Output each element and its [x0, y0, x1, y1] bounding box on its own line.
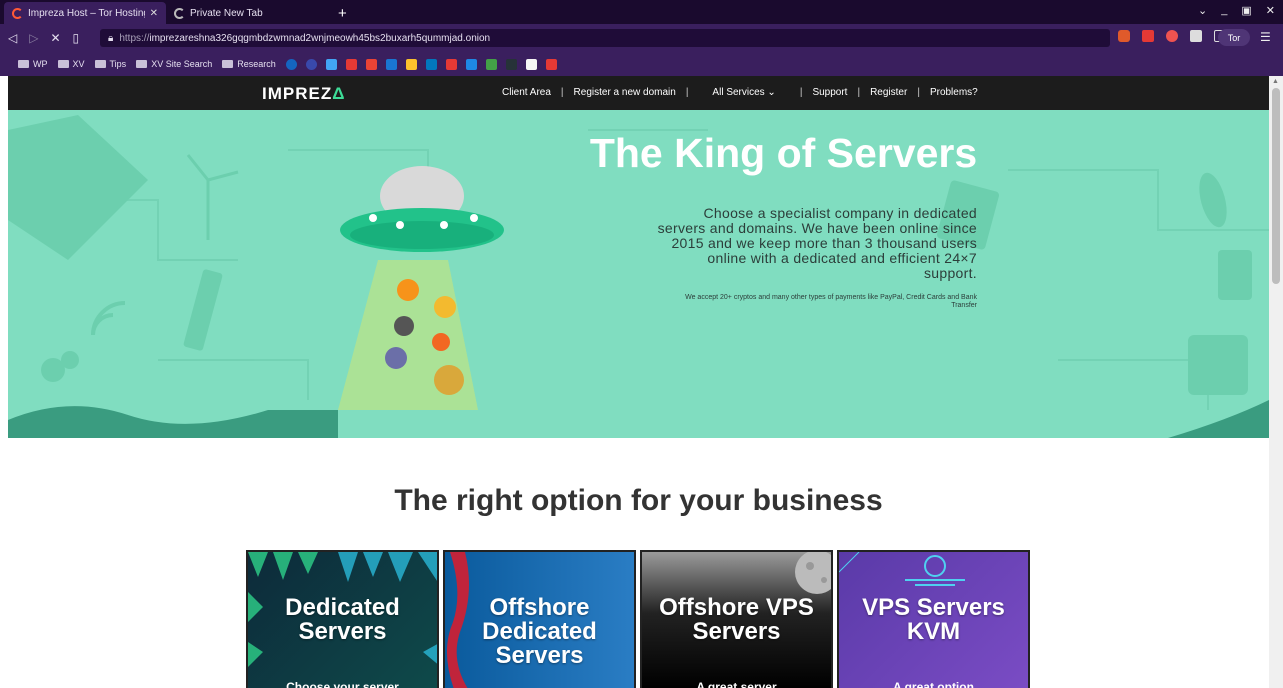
back-icon[interactable]: ◁ — [8, 31, 17, 45]
nav-client-area[interactable]: Client Area — [502, 87, 551, 98]
tor-button[interactable]: Tor — [1218, 29, 1250, 46]
bookmark-favicon-icon[interactable] — [405, 58, 417, 70]
scroll-up-icon[interactable]: ▲ — [1272, 78, 1279, 85]
bookmark-folder-xv[interactable]: XV — [57, 59, 85, 69]
hero-payments-note: We accept 20+ cryptos and many other typ… — [685, 294, 977, 309]
card-offshore-dedicated[interactable]: Offshore Dedicated Servers — [443, 550, 636, 688]
bookmark-favicon-icon[interactable] — [325, 58, 337, 70]
card-vps-kvm[interactable]: VPS Servers KVM A great option — [837, 550, 1030, 688]
chevron-down-icon[interactable]: ⌄ — [1198, 4, 1207, 17]
folder-icon — [18, 60, 29, 68]
bookmark-icon[interactable]: ▯ — [73, 31, 80, 45]
folder-icon — [136, 60, 148, 68]
url-protocol: https:// — [119, 32, 150, 44]
nav-register-domain[interactable]: Register a new domain — [574, 87, 676, 98]
site-navbar: IMPREZΔ Client Area | Register a new doma… — [8, 76, 1269, 110]
nav-problems[interactable]: Problems? — [930, 87, 978, 98]
bookmark-favicon-icon[interactable] — [345, 58, 357, 70]
bookmark-folder-tips[interactable]: Tips — [94, 59, 126, 69]
extension-pink-icon[interactable] — [1166, 30, 1178, 42]
card-title: Dedicated Servers — [285, 594, 400, 645]
bookmark-favicon-icon[interactable] — [465, 58, 477, 70]
bookmark-favicon-icon[interactable] — [285, 58, 297, 70]
stop-icon[interactable]: ✕ — [50, 31, 60, 45]
tab-label: Impreza Host – Tor Hosting | — [28, 7, 145, 19]
nav-links: Client Area | Register a new domain | All … — [502, 87, 978, 98]
hero-banner: The King of Servers Choose a specialist … — [8, 110, 1269, 438]
nav-register[interactable]: Register — [870, 87, 907, 98]
folder-icon — [94, 60, 106, 68]
page-scrollbar[interactable]: ▲ — [1269, 76, 1283, 688]
tab-private-new-tab[interactable]: Private New Tab — [166, 2, 328, 24]
bookmark-folder-research[interactable]: Research — [222, 59, 276, 69]
card-title: Offshore Dedicated Servers — [482, 594, 597, 669]
folder-icon — [57, 60, 69, 68]
navigation-toolbar: ◁ ▷ ✕ ▯ 🔒︎ https://imprezareshna326gqgmb… — [0, 24, 1283, 52]
tab-label: Private New Tab — [190, 7, 263, 19]
brave-shield-icon[interactable] — [1118, 30, 1130, 42]
card-title: Offshore VPS Servers — [659, 594, 814, 645]
bookmark-favicon-icon[interactable] — [485, 58, 497, 70]
card-subtitle: Choose your server — [286, 680, 399, 688]
extension-icons — [1118, 30, 1226, 42]
hero-description: Choose a specialist company in dedicated… — [657, 205, 977, 281]
bookmark-favicon-icon[interactable] — [305, 58, 317, 70]
webpage: IMPREZΔ Client Area | Register a new doma… — [8, 76, 1269, 688]
address-bar[interactable]: 🔒︎ https://imprezareshna326gqgmbdzwmnad2… — [100, 29, 1110, 47]
bookmark-favicons — [285, 58, 557, 70]
maximize-icon[interactable]: ▣ — [1241, 4, 1251, 17]
bookmark-favicon-icon[interactable] — [445, 58, 457, 70]
nav-support[interactable]: Support — [812, 87, 847, 98]
new-tab-button[interactable]: + — [338, 2, 347, 24]
bookmark-favicon-icon[interactable] — [385, 58, 397, 70]
browser-tab-bar: Impreza Host – Tor Hosting | ✕ Private N… — [0, 0, 1283, 24]
hero-title: The King of Servers — [589, 130, 978, 176]
card-subtitle: A great server — [696, 680, 777, 688]
minimize-icon[interactable]: _ — [1221, 4, 1227, 17]
nav-all-services[interactable]: All Services ⌄ — [712, 87, 775, 98]
card-dedicated-servers[interactable]: Dedicated Servers Choose your server — [246, 550, 439, 688]
bookmark-favicon-icon[interactable] — [365, 58, 377, 70]
card-offshore-vps[interactable]: Offshore VPS Servers A great server — [640, 550, 833, 688]
forward-icon[interactable]: ▷ — [29, 31, 38, 45]
bookmark-favicon-icon[interactable] — [525, 58, 537, 70]
close-window-icon[interactable]: ✕ — [1266, 4, 1275, 17]
bookmark-folder-xv-site-search[interactable]: XV Site Search — [136, 59, 212, 69]
tor-favicon-icon — [12, 7, 23, 19]
folder-icon — [222, 60, 234, 68]
bookmark-favicon-icon[interactable] — [425, 58, 437, 70]
tab-impreza[interactable]: Impreza Host – Tor Hosting | ✕ — [4, 2, 166, 24]
bookmark-favicon-icon[interactable] — [545, 58, 557, 70]
section-title: The right option for your business — [394, 484, 883, 517]
url-host: imprezareshna326gqgmbdzwmnad2wnjmeowh45b… — [149, 32, 491, 44]
bookmark-folder-wp[interactable]: WP — [18, 59, 48, 69]
card-title: VPS Servers KVM — [862, 594, 1005, 645]
card-subtitle: A great option — [893, 680, 974, 688]
bookmarks-bar: WP XV Tips XV Site Search Research — [0, 52, 1283, 76]
window-controls: ⌄ _ ▣ ✕ — [1198, 4, 1275, 17]
bookmark-favicon-icon[interactable] — [505, 58, 517, 70]
site-logo[interactable]: IMPREZΔ — [262, 84, 345, 104]
service-cards: Dedicated Servers Choose your server Off… — [246, 550, 1030, 688]
scrollbar-thumb[interactable] — [1272, 88, 1280, 284]
close-icon[interactable]: ✕ — [150, 8, 158, 19]
menu-icon[interactable]: ☰ — [1260, 30, 1271, 44]
puzzle-icon[interactable] — [1190, 30, 1202, 42]
loading-icon — [174, 7, 185, 19]
extension-red-icon[interactable] — [1142, 30, 1154, 42]
lock-icon: 🔒︎ — [108, 32, 114, 44]
